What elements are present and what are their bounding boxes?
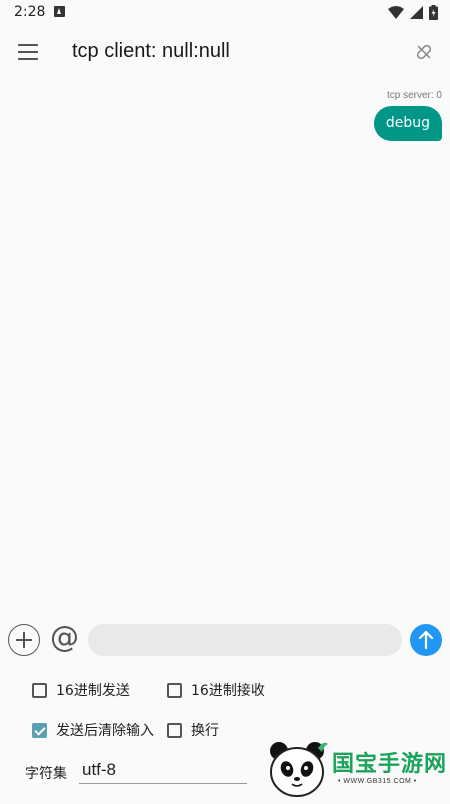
send-button[interactable] — [410, 624, 442, 656]
watermark-url: • WWW.GB315.COM • — [338, 778, 417, 785]
hex-receive-checkbox[interactable] — [167, 682, 182, 698]
newline-label: 换行 — [191, 723, 219, 739]
hex-receive-option[interactable]: 16进制接收 — [167, 680, 265, 700]
input-bar: @ — [0, 620, 450, 660]
battery-icon — [429, 5, 438, 20]
app-bar: tcp client: null:null — [0, 26, 450, 80]
signal-icon — [410, 6, 423, 19]
menu-icon[interactable] — [18, 43, 40, 61]
link-off-icon[interactable] — [414, 42, 434, 62]
add-button[interactable] — [8, 624, 40, 656]
status-time: 2:28 — [14, 4, 46, 20]
newline-option[interactable]: 换行 — [167, 720, 219, 740]
clear-after-send-option[interactable]: 发送后清除输入 — [32, 720, 154, 740]
hex-send-checkbox[interactable] — [32, 682, 47, 698]
hex-send-label: 16进制发送 — [56, 683, 130, 699]
message-input[interactable] — [88, 624, 402, 656]
charset-field[interactable] — [79, 756, 247, 784]
panda-logo-icon — [270, 742, 328, 797]
status-bar: 2:28 — [0, 0, 450, 26]
message-sender: tcp server: 0 — [386, 90, 442, 101]
newline-checkbox[interactable] — [167, 722, 182, 738]
watermark: 国宝手游网 • WWW.GB315.COM • — [266, 736, 450, 800]
page-title: tcp client: null:null — [72, 40, 230, 62]
watermark-text: 国宝手游网 — [332, 752, 448, 777]
at-button[interactable]: @ — [50, 620, 79, 654]
status-icons — [388, 5, 438, 20]
wifi-icon — [388, 6, 404, 19]
clear-after-send-checkbox[interactable] — [32, 722, 47, 738]
message-bubble[interactable]: debug — [373, 106, 442, 141]
notification-app-icon — [54, 6, 65, 17]
charset-label: 字符集 — [25, 766, 67, 782]
arrow-up-icon — [418, 630, 434, 650]
hex-receive-label: 16进制接收 — [191, 683, 265, 699]
hex-send-option[interactable]: 16进制发送 — [32, 680, 130, 700]
clear-after-send-label: 发送后清除输入 — [56, 723, 154, 739]
